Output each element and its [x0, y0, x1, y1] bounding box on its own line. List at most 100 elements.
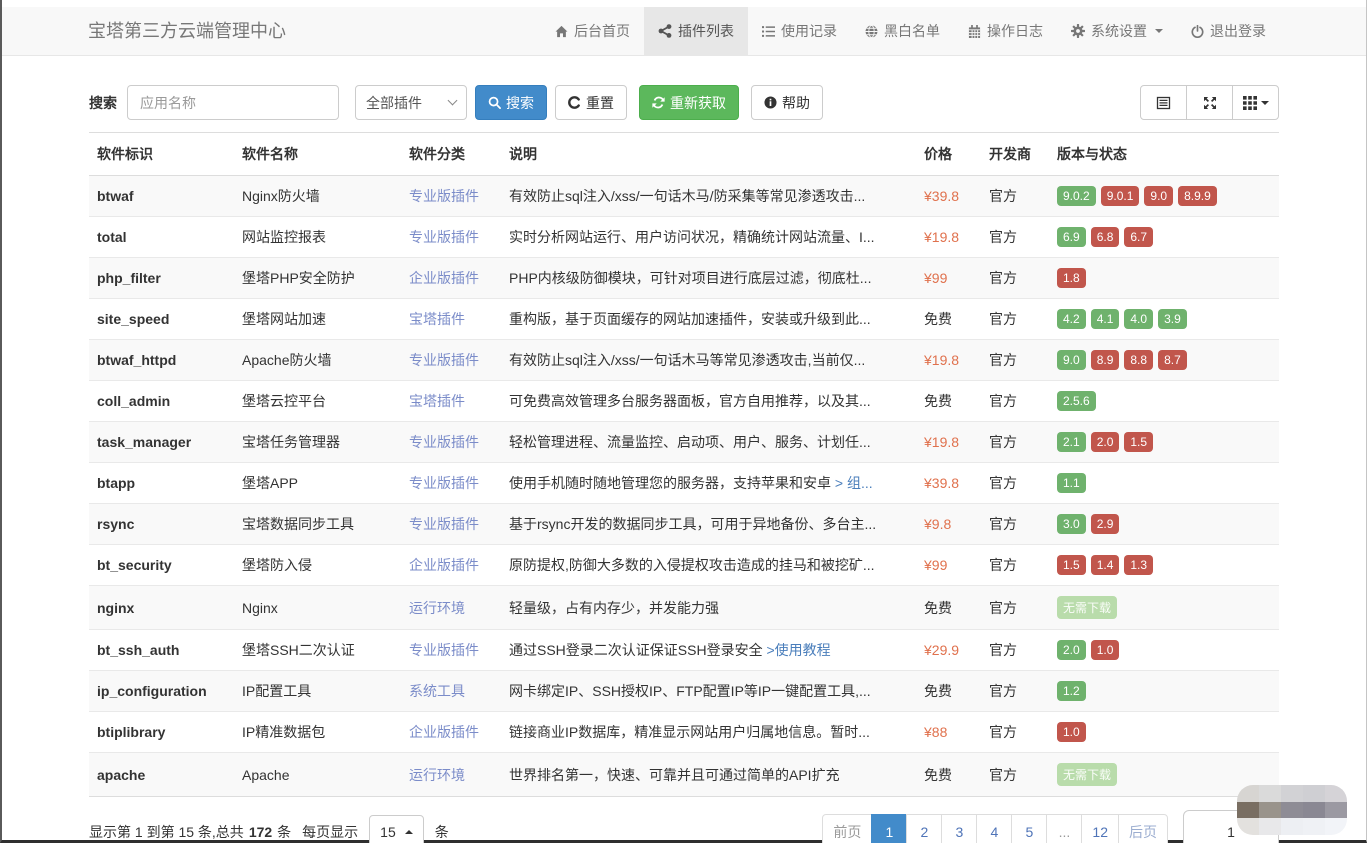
version-badge[interactable]: 1.8 [1057, 268, 1086, 288]
refetch-button[interactable]: 重新获取 [639, 85, 739, 120]
description-link[interactable]: >使用教程 [766, 642, 830, 658]
category-link[interactable]: 专业版插件 [409, 475, 479, 491]
plugin-name: Nginx [234, 586, 401, 630]
power-icon [1191, 25, 1204, 38]
version-badge[interactable]: 2.9 [1091, 514, 1120, 534]
page-button-12[interactable]: 12 [1081, 814, 1119, 843]
version-badge[interactable]: 2.0 [1057, 640, 1086, 660]
version-badge[interactable]: 3.0 [1057, 514, 1086, 534]
version-badge[interactable]: 6.7 [1124, 227, 1153, 247]
version-badge[interactable]: 1.4 [1091, 555, 1120, 575]
version-badge[interactable]: 4.0 [1124, 309, 1153, 329]
plugin-vendor: 官方 [981, 630, 1049, 671]
nav-item-black-white-list[interactable]: 黑白名单 [851, 7, 954, 55]
plugin-id: apache [89, 753, 234, 797]
page-button-2[interactable]: 2 [906, 814, 942, 843]
category-link[interactable]: 企业版插件 [409, 557, 479, 573]
version-badge[interactable]: 4.2 [1057, 309, 1086, 329]
plugin-category-cell: 专业版插件 [401, 463, 501, 504]
page-button-5[interactable]: 5 [1011, 814, 1047, 843]
category-link[interactable]: 专业版插件 [409, 642, 479, 658]
plugin-versions: 1.51.41.3 [1049, 545, 1279, 586]
refresh-icon [652, 96, 665, 109]
version-badge[interactable]: 8.7 [1158, 350, 1187, 370]
plugin-name: IP配置工具 [234, 671, 401, 712]
plugin-price: ¥19.8 [916, 217, 981, 258]
version-badge[interactable]: 6.9 [1057, 227, 1086, 247]
gear-icon [1071, 24, 1085, 38]
page-button-1[interactable]: 1 [871, 814, 907, 843]
version-badge[interactable]: 8.9 [1091, 350, 1120, 370]
plugin-filter-select[interactable]: 全部插件 [355, 85, 467, 120]
search-button[interactable]: 搜索 [475, 85, 547, 120]
version-badge[interactable]: 2.5.6 [1057, 391, 1096, 411]
page-button-4[interactable]: 4 [976, 814, 1012, 843]
mosaic-cell [1281, 802, 1303, 819]
version-badge[interactable]: 1.5 [1124, 432, 1153, 452]
version-badge[interactable]: 1.0 [1091, 640, 1120, 660]
version-badge[interactable]: 9.0 [1057, 350, 1086, 370]
version-badge[interactable]: 4.1 [1091, 309, 1120, 329]
fullscreen-button[interactable] [1186, 85, 1233, 120]
prev-page-button[interactable]: 前页 [822, 814, 872, 843]
detail-view-button[interactable] [1140, 85, 1187, 120]
next-page-button[interactable]: 后页 [1118, 814, 1168, 843]
category-link[interactable]: 宝塔插件 [409, 393, 465, 409]
version-badge[interactable]: 9.0.1 [1101, 186, 1140, 206]
version-badge[interactable]: 8.8 [1124, 350, 1153, 370]
search-input[interactable] [127, 85, 339, 120]
version-badge[interactable]: 2.0 [1091, 432, 1120, 452]
version-badge[interactable]: 8.9.9 [1178, 186, 1217, 206]
nav-item-operation-log[interactable]: 操作日志 [954, 7, 1057, 55]
version-badge[interactable]: 1.5 [1057, 555, 1086, 575]
plugin-price: 免费 [916, 753, 981, 797]
version-badge[interactable]: 1.0 [1057, 722, 1086, 742]
page-size-dropdown[interactable]: 15 [369, 815, 424, 843]
category-link[interactable]: 宝塔插件 [409, 311, 465, 327]
category-link[interactable]: 运行环境 [409, 600, 465, 616]
category-link[interactable]: 专业版插件 [409, 229, 479, 245]
version-badge[interactable]: 9.0 [1144, 186, 1173, 206]
version-badge[interactable]: 1.1 [1057, 473, 1086, 493]
category-link[interactable]: 企业版插件 [409, 724, 479, 740]
help-button[interactable]: 帮助 [751, 85, 823, 120]
plugin-table-body: btwafNginx防火墙专业版插件有效防止sql注入/xss/一句话木马/防采… [89, 176, 1279, 797]
category-link[interactable]: 系统工具 [409, 683, 465, 699]
columns-button[interactable] [1232, 85, 1279, 120]
version-badge[interactable]: 9.0.2 [1057, 186, 1096, 206]
nav-item-plugin-list[interactable]: 插件列表 [644, 7, 748, 55]
mosaic-cell [1259, 818, 1281, 835]
table-row: rsync宝塔数据同步工具专业版插件基于rsync开发的数据同步工具，可用于异地… [89, 504, 1279, 545]
version-badge[interactable]: 1.3 [1124, 555, 1153, 575]
mosaic-cell [1303, 785, 1325, 802]
category-link[interactable]: 运行环境 [409, 767, 465, 783]
nav-item-system-settings[interactable]: 系统设置 [1057, 7, 1177, 55]
category-link[interactable]: 专业版插件 [409, 188, 479, 204]
top-navbar: 宝塔第三方云端管理中心 后台首页 插件列表 使用记录 黑白名单 [2, 7, 1366, 56]
table-footer: 显示第 1 到第 15 条,总共 172 条 每页显示 15 条 前页12345… [89, 810, 1279, 843]
description-text: 链接商业IP数据库，精准显示网站用户归属地信息。暂时... [509, 724, 870, 740]
category-link[interactable]: 专业版插件 [409, 516, 479, 532]
category-link[interactable]: 专业版插件 [409, 352, 479, 368]
plugin-category-cell: 企业版插件 [401, 258, 501, 299]
plugin-name: Nginx防火墙 [234, 176, 401, 217]
version-badge[interactable]: 2.1 [1057, 432, 1086, 452]
page-button-3[interactable]: 3 [941, 814, 977, 843]
mosaic-cell [1303, 818, 1325, 835]
version-badge[interactable]: 6.8 [1091, 227, 1120, 247]
category-link[interactable]: 企业版插件 [409, 270, 479, 286]
mosaic-cell [1325, 818, 1347, 835]
nav-item-home[interactable]: 后台首页 [541, 7, 644, 55]
plugin-name: 堡塔PHP安全防护 [234, 258, 401, 299]
version-badge[interactable]: 1.2 [1057, 681, 1086, 701]
search-toolbar: 搜索 全部插件 搜索 重置 重新获取 帮助 [89, 85, 1279, 120]
category-link[interactable]: 专业版插件 [409, 434, 479, 450]
nav-item-usage-records[interactable]: 使用记录 [748, 7, 851, 55]
version-badge: 无需下载 [1057, 763, 1117, 786]
description-link[interactable]: > 组... [835, 475, 873, 491]
description-text: 轻量级，占有内存少，并发能力强 [509, 600, 719, 616]
nav-item-logout[interactable]: 退出登录 [1177, 7, 1280, 55]
reset-button[interactable]: 重置 [555, 85, 627, 120]
version-badge[interactable]: 3.9 [1158, 309, 1187, 329]
table-row: nginxNginx运行环境轻量级，占有内存少，并发能力强免费官方无需下载 [89, 586, 1279, 630]
